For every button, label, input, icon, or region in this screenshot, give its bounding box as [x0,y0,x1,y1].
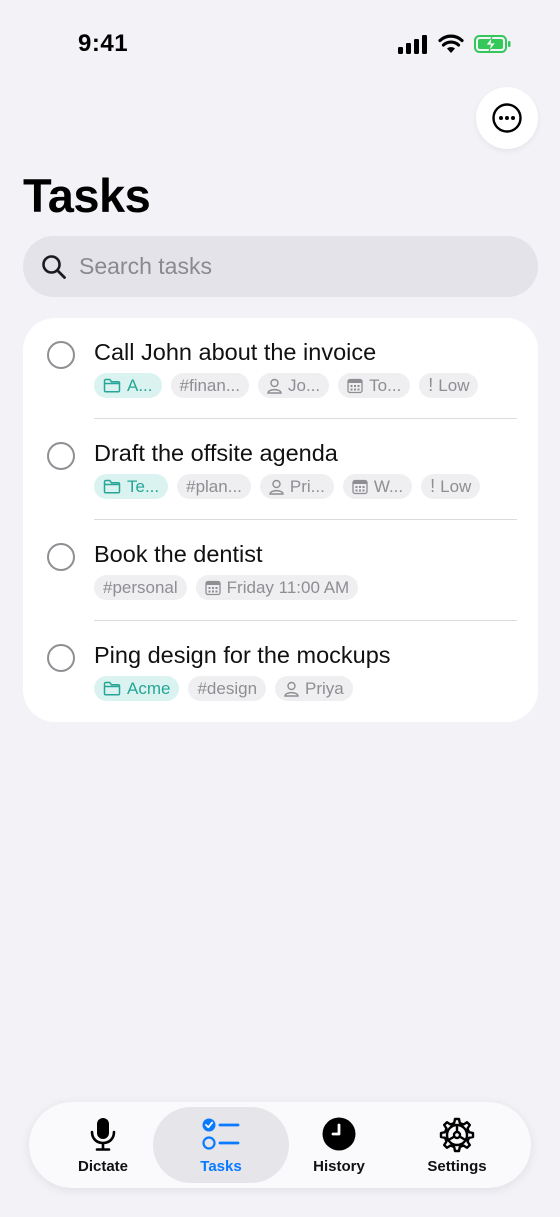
folder-icon [103,479,121,494]
tab-tasks[interactable]: Tasks [153,1107,289,1183]
project-tag[interactable]: A... [94,373,162,398]
person-tag[interactable]: Pri... [259,474,334,499]
task-row[interactable]: Ping design for the mockups Acme #design… [23,621,538,722]
hashtag-tag[interactable]: #personal [94,575,187,600]
task-tags: Acme #design Priya [94,676,353,701]
person-icon [269,479,284,495]
date-tag[interactable]: To... [338,373,411,398]
task-row[interactable]: Book the dentist #personal Friday 11:00 … [23,520,538,621]
priority-tag-label: Low [440,476,472,496]
tab-label: Settings [427,1158,487,1175]
task-checkbox[interactable] [47,442,75,470]
search-bar[interactable] [23,236,538,297]
mic-icon [90,1118,116,1151]
more-options-button[interactable] [476,87,538,149]
tab-label: History [313,1158,365,1175]
project-tag-label: Te... [127,476,160,496]
page-title: Tasks [23,169,151,222]
priority-tag-label: Low [438,375,470,395]
date-tag[interactable]: W... [342,474,413,499]
person-icon [284,681,299,697]
signal-icon [398,35,427,54]
date-tag-label: W... [373,476,404,496]
task-title: Call John about the invoice [94,339,377,365]
task-checkbox[interactable] [47,543,75,571]
task-list: Call John about the invoice A... #finan.… [23,318,538,722]
task-tags: A... #finan... Jo... To... ! Low [94,373,479,398]
task-checkbox[interactable] [47,341,75,369]
task-title: Book the dentist [94,541,263,567]
task-row[interactable]: Call John about the invoice A... #finan.… [23,318,538,419]
calendar-icon [347,378,363,393]
gear-icon [439,1117,475,1153]
person-tag-label: Pri... [289,476,325,496]
project-tag[interactable]: Acme [94,676,180,701]
folder-icon [103,681,121,696]
search-icon [42,254,66,279]
task-title: Draft the offsite agenda [94,440,338,466]
date-tag-label: To... [369,375,402,395]
tab-history[interactable]: History [277,1107,401,1183]
person-tag[interactable]: Priya [275,676,353,701]
wifi-icon [438,34,464,53]
hashtag-tag[interactable]: #design [188,676,267,701]
tab-label: Dictate [77,1158,129,1175]
exclamation-icon: ! [428,375,434,395]
status-bar: 9:41 [0,0,560,90]
tab-dictate[interactable]: Dictate [41,1107,165,1183]
priority-tag[interactable]: ! Low [421,474,481,499]
project-tag-label: A... [127,375,153,395]
date-tag-label: Friday 11:00 AM [226,577,350,597]
clock-icon [322,1117,356,1151]
calendar-icon [352,479,368,494]
task-row[interactable]: Draft the offsite agenda Te... #plan... … [23,419,538,520]
hashtag-tag-label: #design [197,678,258,698]
search-input[interactable] [79,253,499,280]
task-checkbox[interactable] [47,644,75,672]
person-tag[interactable]: Jo... [258,373,330,398]
calendar-icon [205,580,221,595]
status-time: 9:41 [78,30,129,57]
tab-settings[interactable]: Settings [395,1107,519,1183]
task-tags: Te... #plan... Pri... W... ! Low [94,474,481,499]
tab-label: Tasks [200,1158,242,1175]
hashtag-tag[interactable]: #plan... [177,474,251,499]
hashtag-tag-label: #personal [103,577,178,597]
ellipsis-circle-icon [492,103,522,133]
hashtag-tag-label: #plan... [186,476,242,496]
tab-bar: Dictate Tasks History Settings [29,1102,531,1188]
task-title: Ping design for the mockups [94,642,391,668]
hashtag-tag[interactable]: #finan... [170,373,250,398]
folder-icon [103,378,121,393]
person-icon [267,378,282,394]
checklist-icon [202,1118,240,1150]
date-tag[interactable]: Friday 11:00 AM [195,575,359,600]
status-icons [398,34,512,54]
task-tags: #personal Friday 11:00 AM [94,575,359,600]
project-tag[interactable]: Te... [94,474,169,499]
person-tag-label: Jo... [288,375,321,395]
priority-tag[interactable]: ! Low [419,373,479,398]
person-tag-label: Priya [305,678,344,698]
exclamation-icon: ! [430,476,436,496]
battery-icon [474,35,511,53]
project-tag-label: Acme [127,678,171,698]
hashtag-tag-label: #finan... [179,375,241,395]
